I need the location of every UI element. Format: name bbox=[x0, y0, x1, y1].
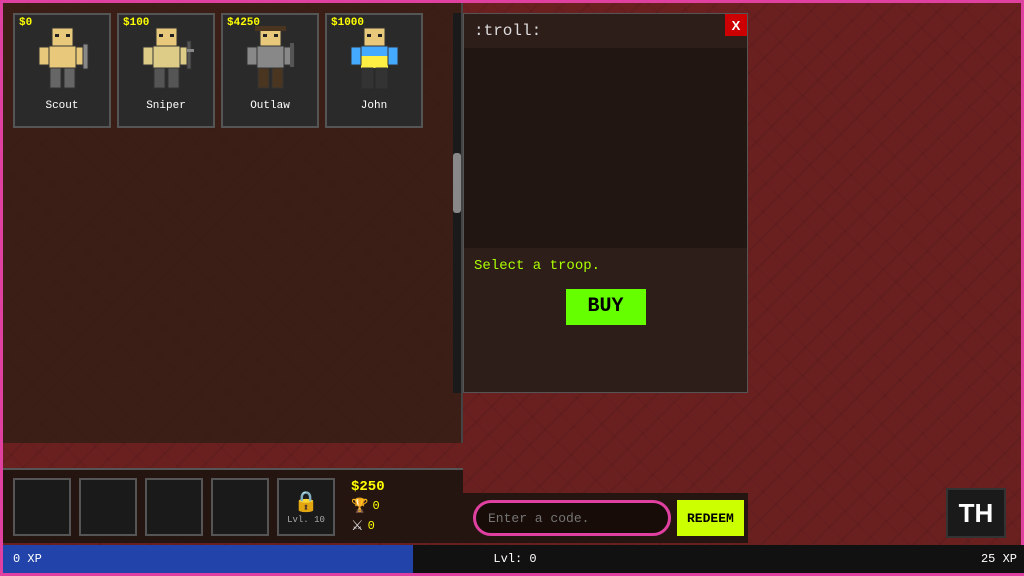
redeem-button[interactable]: REDEEM bbox=[677, 500, 744, 536]
inventory-bar: 🔒 Lvl. 10 $250 🏆 0 ⚔ 0 bbox=[3, 468, 463, 543]
xp-right: 25 XP bbox=[981, 552, 1017, 566]
trophy-count: 0 bbox=[372, 499, 379, 513]
scroll-thumb[interactable] bbox=[453, 153, 461, 213]
close-button[interactable]: X bbox=[725, 14, 747, 36]
xp-mid: Lvl: 0 bbox=[493, 552, 536, 566]
troop-card-sniper[interactable]: $100 Sniper bbox=[117, 13, 215, 128]
trophy-row: 🏆 0 bbox=[351, 498, 385, 515]
sniper-sprite bbox=[139, 26, 194, 96]
john-figure bbox=[339, 23, 409, 98]
inventory-slot-1[interactable] bbox=[13, 478, 71, 536]
scout-sprite bbox=[35, 26, 90, 96]
code-entry-area: REDEEM bbox=[463, 493, 748, 543]
scout-price: $0 bbox=[19, 17, 32, 29]
left-panel: $0 bbox=[3, 3, 463, 443]
money-display: $250 bbox=[351, 479, 385, 495]
th-logo: TH bbox=[946, 488, 1006, 538]
outlaw-price: $4250 bbox=[227, 17, 260, 29]
inventory-slot-3[interactable] bbox=[145, 478, 203, 536]
outlaw-name: Outlaw bbox=[250, 100, 290, 112]
code-input[interactable] bbox=[473, 500, 671, 536]
xp-bar-fill bbox=[3, 545, 413, 573]
troop-card-scout[interactable]: $0 bbox=[13, 13, 111, 128]
sniper-price: $100 bbox=[123, 17, 149, 29]
buy-button[interactable]: BUY bbox=[566, 289, 646, 325]
shop-panel: X :troll: Select a troop. BUY bbox=[463, 13, 748, 393]
kills-row: ⚔ 0 bbox=[351, 518, 385, 535]
trophy-icon: 🏆 bbox=[351, 498, 368, 515]
john-name: John bbox=[361, 100, 387, 112]
sniper-name: Sniper bbox=[146, 100, 186, 112]
john-price: $1000 bbox=[331, 17, 364, 29]
sword-icon: ⚔ bbox=[351, 518, 364, 535]
lock-icon: 🔒 bbox=[294, 489, 319, 515]
sniper-figure bbox=[131, 23, 201, 98]
troop-card-john[interactable]: $1000 John bbox=[325, 13, 423, 128]
john-sprite bbox=[347, 26, 402, 96]
scout-figure bbox=[27, 23, 97, 98]
xp-bar: 0 XP Lvl: 0 25 XP bbox=[3, 545, 1024, 573]
troll-label: :troll: bbox=[464, 14, 747, 48]
inventory-slot-4[interactable] bbox=[211, 478, 269, 536]
xp-left: 0 XP bbox=[13, 552, 42, 566]
lock-slot: 🔒 Lvl. 10 bbox=[277, 478, 335, 536]
select-troop-text: Select a troop. bbox=[464, 248, 747, 284]
scout-name: Scout bbox=[45, 100, 78, 112]
troop-preview bbox=[464, 48, 747, 248]
stats-area: $250 🏆 0 ⚔ 0 bbox=[351, 479, 385, 535]
troop-card-outlaw[interactable]: $4250 Outlaw bbox=[221, 13, 319, 128]
scroll-track[interactable] bbox=[453, 13, 461, 393]
inventory-slot-2[interactable] bbox=[79, 478, 137, 536]
outlaw-sprite bbox=[243, 26, 298, 96]
troops-grid: $0 bbox=[3, 3, 461, 138]
kills-count: 0 bbox=[368, 519, 375, 533]
lock-level-text: Lvl. 10 bbox=[287, 515, 325, 525]
outlaw-figure bbox=[235, 23, 305, 98]
